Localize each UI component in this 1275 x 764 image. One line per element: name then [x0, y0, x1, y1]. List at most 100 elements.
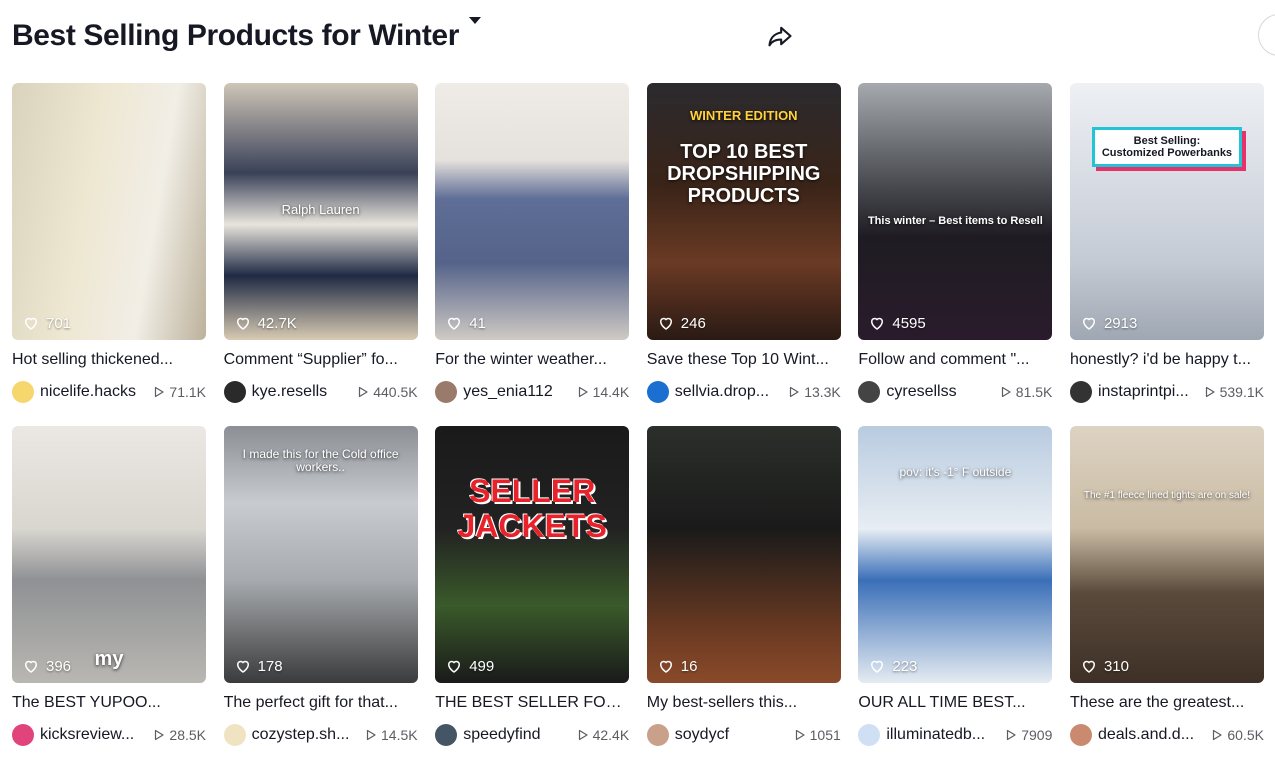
avatar[interactable] — [223, 381, 246, 403]
avatar[interactable] — [1069, 381, 1092, 403]
like-count-text: 178 — [257, 657, 283, 675]
video-card-2[interactable]: Ralph Lauren 42.7K Comment “Supplier” fo… — [223, 83, 418, 406]
like-count: 246 — [657, 314, 706, 332]
avatar[interactable] — [435, 724, 458, 746]
username[interactable]: illuminatedb... — [886, 726, 1001, 744]
username[interactable]: cyresellss — [886, 383, 995, 401]
like-count-text: 41 — [469, 314, 486, 332]
avatar[interactable] — [858, 724, 881, 746]
video-description[interactable]: OUR ALL TIME BEST... — [858, 693, 1052, 713]
video-card-3[interactable]: 41 For the winter weather... yes_enia112… — [435, 83, 630, 406]
view-count: 28.5K — [153, 727, 206, 743]
avatar[interactable] — [223, 724, 246, 746]
avatar[interactable] — [858, 381, 881, 403]
video-card-7[interactable]: my 396 The BEST YUPOO... kicksreview... … — [12, 426, 206, 749]
video-card-5[interactable]: This winter – Best items to Resell 4595 … — [858, 83, 1053, 406]
heart-icon — [659, 317, 672, 330]
play-icon — [1205, 386, 1215, 398]
video-card-11[interactable]: pov: it's -1° F outside 223 OUR ALL TIME… — [858, 426, 1053, 749]
like-count: 42.7K — [234, 314, 297, 332]
play-icon — [155, 386, 165, 398]
view-count: 42.4K — [577, 727, 629, 743]
video-meta: soydycf 1051 — [646, 723, 841, 747]
video-description[interactable]: Hot selling thickened... — [12, 350, 206, 370]
view-count: 81.5K — [1000, 384, 1052, 400]
username[interactable]: cozystep.sh... — [252, 726, 361, 744]
avatar[interactable] — [12, 724, 34, 746]
like-count: 16 — [657, 657, 698, 675]
like-count-text: 499 — [469, 657, 495, 675]
share-icon[interactable] — [766, 22, 794, 50]
view-count-text: 1051 — [809, 727, 841, 743]
video-card-9[interactable]: SELLER JACKETS 499 THE BEST SELLER FOR..… — [435, 426, 630, 749]
video-card-8[interactable]: I made this for the Cold office workers.… — [223, 426, 418, 749]
view-count: 14.5K — [365, 727, 418, 743]
video-thumbnail[interactable]: WINTER EDITION TOP 10 BEST DROPSHIPPING P… — [646, 83, 841, 340]
video-description[interactable]: Follow and comment "... — [858, 350, 1052, 370]
video-card-4[interactable]: WINTER EDITION TOP 10 BEST DROPSHIPPING P… — [646, 83, 841, 406]
username[interactable]: soydycf — [675, 726, 790, 744]
like-count-text: 223 — [892, 657, 918, 675]
video-meta: instaprintpi... 539.1K — [1069, 380, 1264, 404]
video-card-6[interactable]: Best Selling: Customized Powerbanks 2913… — [1069, 83, 1264, 406]
like-count-text: 4595 — [892, 314, 926, 332]
video-thumbnail[interactable]: 16 — [646, 426, 841, 683]
avatar[interactable] — [646, 724, 669, 746]
video-description[interactable]: The BEST YUPOO... — [12, 693, 206, 713]
thumbnail-caption: The #1 fleece lined tights are on sale! — [1083, 490, 1251, 501]
video-description[interactable]: These are the greatest... — [1070, 693, 1264, 713]
video-card-1[interactable]: 701 Hot selling thickened... nicelife.ha… — [12, 83, 206, 406]
like-count-text: 2913 — [1103, 314, 1138, 332]
thumbnail-caption: SELLER JACKETS — [457, 473, 607, 545]
username[interactable]: deals.and.d... — [1098, 726, 1207, 744]
video-thumbnail[interactable]: I made this for the Cold office workers.… — [223, 426, 418, 683]
video-description[interactable]: Save these Top 10 Wint... — [647, 350, 841, 370]
video-description[interactable]: Comment “Supplier” fo... — [224, 350, 418, 370]
username[interactable]: instaprintpi... — [1098, 383, 1200, 401]
video-meta: kye.resells 440.5K — [223, 380, 418, 404]
heart-icon — [236, 317, 249, 330]
video-description[interactable]: The perfect gift for that... — [224, 693, 418, 713]
video-description[interactable]: THE BEST SELLER FOR... — [435, 693, 629, 713]
video-description[interactable]: honestly? i'd be happy t... — [1070, 350, 1264, 370]
video-description[interactable]: My best-sellers this... — [647, 693, 841, 713]
video-card-10[interactable]: 16 My best-sellers this... soydycf 1051 — [646, 426, 841, 749]
video-thumbnail[interactable]: Best Selling: Customized Powerbanks 2913 — [1069, 83, 1264, 340]
video-thumbnail[interactable]: This winter – Best items to Resell 4595 — [858, 83, 1053, 340]
play-icon — [366, 729, 376, 741]
video-thumbnail[interactable]: 701 — [12, 83, 206, 340]
video-description[interactable]: For the winter weather... — [435, 350, 629, 370]
page-header: Best Selling Products for Winter — [12, 14, 1275, 58]
play-icon — [1007, 729, 1016, 741]
username[interactable]: yes_enia112 — [463, 383, 572, 401]
thumbnail-caption: Ralph Lauren — [281, 202, 360, 217]
play-icon — [155, 729, 165, 741]
video-thumbnail[interactable]: pov: it's -1° F outside 223 — [858, 426, 1053, 683]
like-count-text: 396 — [46, 657, 72, 675]
video-thumbnail[interactable]: Ralph Lauren 42.7K — [223, 83, 418, 340]
dropdown-caret-icon[interactable] — [469, 17, 481, 25]
like-count: 701 — [22, 314, 71, 332]
video-thumbnail[interactable]: my 396 — [12, 426, 206, 683]
video-meta: kicksreview... 28.5K — [12, 723, 206, 747]
avatar[interactable] — [1069, 724, 1092, 746]
video-card-12[interactable]: The #1 fleece lined tights are on sale! … — [1069, 426, 1264, 749]
like-count: 396 — [22, 657, 71, 675]
username[interactable]: sellvia.drop... — [675, 383, 784, 401]
like-count-text: 16 — [680, 657, 698, 675]
username[interactable]: nicelife.hacks — [40, 383, 149, 401]
video-meta: nicelife.hacks 71.1K — [12, 380, 206, 404]
video-thumbnail[interactable]: SELLER JACKETS 499 — [435, 426, 630, 683]
heart-icon — [659, 660, 672, 673]
play-icon — [1001, 386, 1011, 398]
username[interactable]: speedyfind — [463, 726, 572, 744]
username[interactable]: kicksreview... — [40, 726, 149, 744]
view-count: 539.1K — [1204, 384, 1264, 400]
avatar[interactable] — [12, 381, 34, 403]
video-thumbnail[interactable]: 41 — [435, 83, 630, 340]
video-thumbnail[interactable]: The #1 fleece lined tights are on sale! … — [1069, 426, 1264, 683]
avatar[interactable] — [435, 381, 458, 403]
username[interactable]: kye.resells — [252, 383, 354, 401]
avatar[interactable] — [646, 381, 669, 403]
like-count: 223 — [868, 657, 917, 675]
